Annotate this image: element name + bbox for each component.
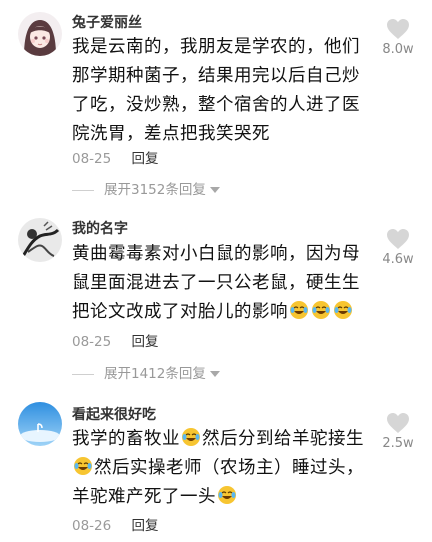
- expand-replies-button[interactable]: 展开3152条回复: [72, 178, 220, 198]
- blue-sky-avatar-icon: [18, 402, 62, 446]
- comment-text-part-2: 然后分到给羊驼接生: [202, 429, 364, 449]
- username[interactable]: 看起来很好吃: [72, 404, 156, 424]
- like-button[interactable]: 2.5w: [378, 412, 418, 451]
- avatar[interactable]: [18, 402, 62, 446]
- comment-meta: 08-26 回复: [72, 514, 159, 534]
- caret-down-icon: [209, 187, 220, 193]
- avatar[interactable]: [18, 12, 62, 56]
- divider-line: [72, 373, 94, 375]
- comment-meta: 08-25 回复: [72, 147, 159, 167]
- like-button[interactable]: 4.6w: [378, 228, 418, 267]
- heart-icon: [387, 19, 409, 39]
- caret-down-icon: [209, 371, 220, 377]
- expand-replies-label: 展开3152条回复: [104, 182, 206, 198]
- expand-replies-button[interactable]: 展开1412条回复: [72, 362, 220, 382]
- like-count: 4.6w: [382, 252, 414, 267]
- reply-button[interactable]: 回复: [132, 518, 159, 534]
- comment-meta: 08-25 回复: [72, 330, 159, 350]
- divider-line: [72, 189, 94, 191]
- avatar[interactable]: [18, 218, 62, 262]
- like-count: 8.0w: [382, 42, 414, 57]
- comment-text: 黄曲霉毒素对小白鼠的影响，因为母鼠里面混进去了一只公老鼠，硬生生把论文改成了对胎…: [72, 240, 372, 327]
- ink-painting-avatar-icon: [18, 218, 62, 262]
- crying-laughing-emoji-icon: [333, 300, 353, 320]
- crying-laughing-emoji-icon: [289, 300, 309, 320]
- expand-replies-label: 展开1412条回复: [104, 366, 206, 382]
- like-count: 2.5w: [382, 436, 414, 451]
- reply-button[interactable]: 回复: [132, 334, 159, 350]
- crying-laughing-emoji-icon: [73, 456, 93, 476]
- comment-text: 我是云南的，我朋友是学农的，他们那学期种菌子，结果用完以后自己炒了吃，没炒熟，整…: [72, 37, 360, 144]
- reply-button[interactable]: 回复: [132, 151, 159, 167]
- username[interactable]: 我的名字: [72, 218, 128, 238]
- comment-date: 08-25: [72, 151, 112, 167]
- like-button[interactable]: 8.0w: [378, 18, 418, 57]
- comment-date: 08-26: [72, 518, 112, 534]
- heart-icon: [387, 229, 409, 249]
- comment-text: 我学的畜牧业 然后分到给羊驼接生然后实操老师（农场主）睡过头，羊驼难产死了一头: [72, 425, 372, 512]
- comment-text-part-1: 我学的畜牧业: [72, 429, 180, 449]
- crying-laughing-emoji-icon: [217, 485, 237, 505]
- heart-icon: [387, 413, 409, 433]
- crying-laughing-emoji-icon: [181, 427, 201, 447]
- username[interactable]: 兔子爱丽丝: [72, 12, 142, 32]
- anime-girl-avatar-icon: [18, 12, 62, 56]
- crying-laughing-emoji-icon: [311, 300, 331, 320]
- comment-date: 08-25: [72, 334, 112, 350]
